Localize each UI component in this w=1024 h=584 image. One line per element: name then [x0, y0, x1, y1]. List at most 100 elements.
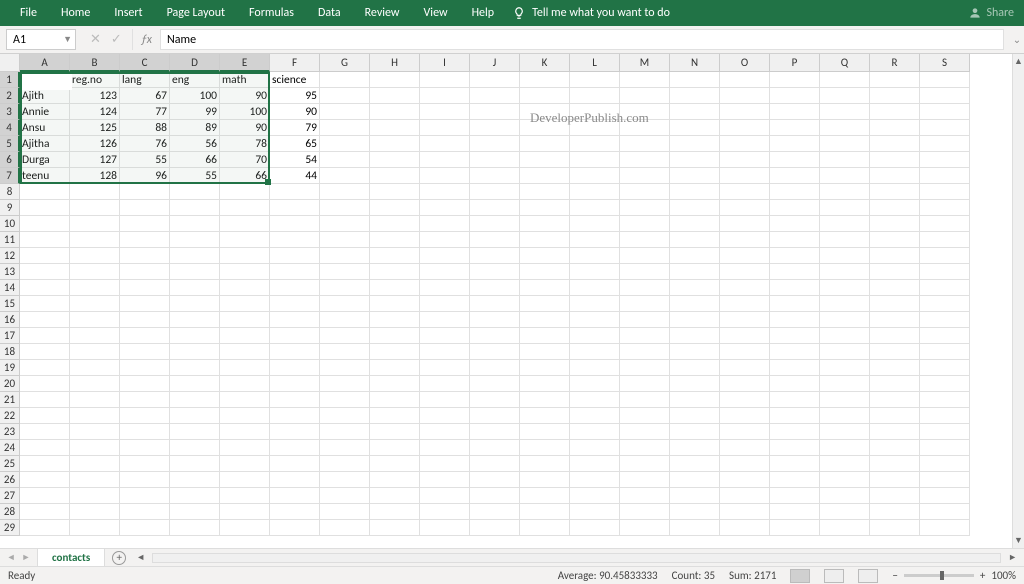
cell-K24[interactable] [520, 440, 570, 456]
cell-H15[interactable] [370, 296, 420, 312]
cell-L15[interactable] [570, 296, 620, 312]
cell-F1[interactable]: science [270, 72, 320, 88]
cell-J24[interactable] [470, 440, 520, 456]
cell-O13[interactable] [720, 264, 770, 280]
cell-J17[interactable] [470, 328, 520, 344]
cell-R1[interactable] [870, 72, 920, 88]
cell-C10[interactable] [120, 216, 170, 232]
row-header-22[interactable]: 22 [0, 408, 20, 424]
cell-B11[interactable] [70, 232, 120, 248]
cell-A21[interactable] [20, 392, 70, 408]
cell-N13[interactable] [670, 264, 720, 280]
cell-B1[interactable]: reg.no [70, 72, 120, 88]
cell-B6[interactable]: 127 [70, 152, 120, 168]
cell-B28[interactable] [70, 504, 120, 520]
row-header-15[interactable]: 15 [0, 296, 20, 312]
cell-O10[interactable] [720, 216, 770, 232]
cell-C15[interactable] [120, 296, 170, 312]
cell-P9[interactable] [770, 200, 820, 216]
cell-P20[interactable] [770, 376, 820, 392]
cell-F3[interactable]: 90 [270, 104, 320, 120]
cell-Q29[interactable] [820, 520, 870, 536]
cell-N26[interactable] [670, 472, 720, 488]
tell-me-search[interactable]: Tell me what you want to do [532, 0, 682, 26]
cell-J15[interactable] [470, 296, 520, 312]
cell-J2[interactable] [470, 88, 520, 104]
cell-Q8[interactable] [820, 184, 870, 200]
cell-N4[interactable] [670, 120, 720, 136]
cell-L4[interactable] [570, 120, 620, 136]
cell-A6[interactable]: Durga [20, 152, 70, 168]
cell-B18[interactable] [70, 344, 120, 360]
cell-L14[interactable] [570, 280, 620, 296]
cell-G24[interactable] [320, 440, 370, 456]
cell-Q11[interactable] [820, 232, 870, 248]
cell-K26[interactable] [520, 472, 570, 488]
cell-B25[interactable] [70, 456, 120, 472]
cell-F18[interactable] [270, 344, 320, 360]
cell-N23[interactable] [670, 424, 720, 440]
cell-J19[interactable] [470, 360, 520, 376]
cell-O5[interactable] [720, 136, 770, 152]
cell-Q5[interactable] [820, 136, 870, 152]
cell-I14[interactable] [420, 280, 470, 296]
cell-E23[interactable] [220, 424, 270, 440]
cell-H19[interactable] [370, 360, 420, 376]
cell-N11[interactable] [670, 232, 720, 248]
cell-N2[interactable] [670, 88, 720, 104]
cell-S2[interactable] [920, 88, 970, 104]
cell-E12[interactable] [220, 248, 270, 264]
cell-P2[interactable] [770, 88, 820, 104]
col-header-K[interactable]: K [520, 54, 570, 72]
cell-P16[interactable] [770, 312, 820, 328]
cell-A1[interactable]: Name [20, 72, 70, 88]
cell-G6[interactable] [320, 152, 370, 168]
cell-P3[interactable] [770, 104, 820, 120]
cell-L5[interactable] [570, 136, 620, 152]
cell-C22[interactable] [120, 408, 170, 424]
cell-M11[interactable] [620, 232, 670, 248]
cell-K11[interactable] [520, 232, 570, 248]
cell-I18[interactable] [420, 344, 470, 360]
cell-N1[interactable] [670, 72, 720, 88]
row-header-24[interactable]: 24 [0, 440, 20, 456]
col-header-A[interactable]: A [20, 54, 70, 72]
cell-L22[interactable] [570, 408, 620, 424]
cell-L3[interactable] [570, 104, 620, 120]
cell-H7[interactable] [370, 168, 420, 184]
row-header-3[interactable]: 3 [0, 104, 20, 120]
cell-R15[interactable] [870, 296, 920, 312]
cell-P27[interactable] [770, 488, 820, 504]
cell-O1[interactable] [720, 72, 770, 88]
cell-B2[interactable]: 123 [70, 88, 120, 104]
cell-D18[interactable] [170, 344, 220, 360]
cell-H10[interactable] [370, 216, 420, 232]
cell-A18[interactable] [20, 344, 70, 360]
cell-M28[interactable] [620, 504, 670, 520]
cell-L29[interactable] [570, 520, 620, 536]
cell-D9[interactable] [170, 200, 220, 216]
cell-J22[interactable] [470, 408, 520, 424]
cell-Q16[interactable] [820, 312, 870, 328]
cell-D25[interactable] [170, 456, 220, 472]
cell-S18[interactable] [920, 344, 970, 360]
cell-D24[interactable] [170, 440, 220, 456]
cell-D12[interactable] [170, 248, 220, 264]
cell-I2[interactable] [420, 88, 470, 104]
cell-R13[interactable] [870, 264, 920, 280]
cell-L7[interactable] [570, 168, 620, 184]
cell-H21[interactable] [370, 392, 420, 408]
cell-R14[interactable] [870, 280, 920, 296]
cell-D8[interactable] [170, 184, 220, 200]
cell-N15[interactable] [670, 296, 720, 312]
cell-E6[interactable]: 70 [220, 152, 270, 168]
row-header-26[interactable]: 26 [0, 472, 20, 488]
col-header-B[interactable]: B [70, 54, 120, 72]
cell-C5[interactable]: 76 [120, 136, 170, 152]
view-normal-button[interactable] [790, 569, 810, 583]
cell-M29[interactable] [620, 520, 670, 536]
cell-G22[interactable] [320, 408, 370, 424]
cell-E11[interactable] [220, 232, 270, 248]
cell-B16[interactable] [70, 312, 120, 328]
col-header-E[interactable]: E [220, 54, 270, 72]
